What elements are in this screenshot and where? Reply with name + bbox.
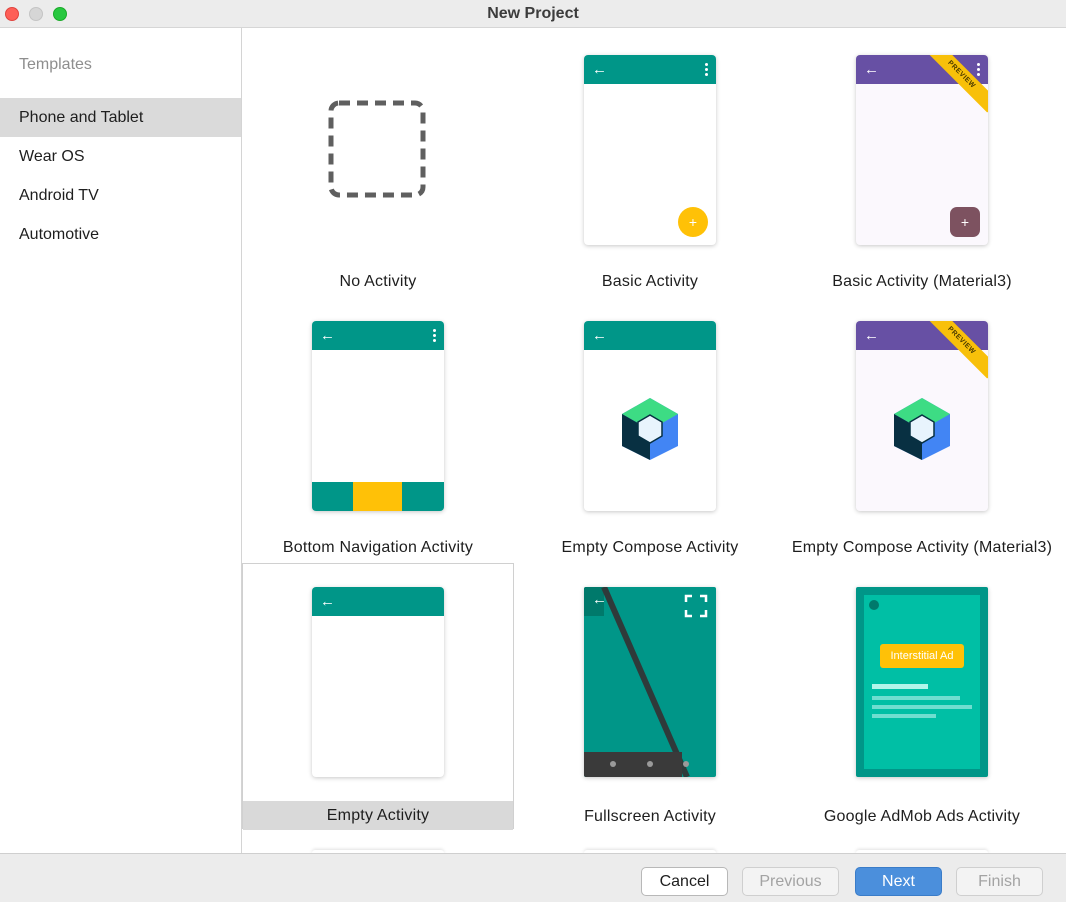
- template-basic-activity-material3[interactable]: ← PREVIEW + Basic Activity (Material3): [786, 28, 1058, 294]
- back-arrow-icon: ←: [592, 61, 607, 78]
- back-arrow-icon: ←: [864, 327, 879, 344]
- dashed-square-icon: [328, 100, 426, 198]
- phone-compose-icon: ←: [584, 321, 716, 511]
- fab-icon: +: [950, 207, 980, 237]
- template-empty-activity[interactable]: ← Empty Activity: [242, 563, 514, 830]
- template-no-activity[interactable]: No Activity: [242, 28, 514, 294]
- bottom-nav-bar: [312, 482, 444, 511]
- phone-appbar-fab-icon: ← +: [584, 55, 716, 245]
- title-bar: New Project: [0, 0, 1066, 28]
- template-label: Basic Activity: [601, 273, 699, 290]
- sidebar-item-android-tv[interactable]: Android TV: [0, 176, 241, 215]
- admob-icon: Interstitial Ad: [856, 587, 988, 777]
- template-label: Basic Activity (Material3): [832, 273, 1012, 290]
- back-arrow-icon: ←: [320, 327, 335, 344]
- preview-badge: PREVIEW: [928, 321, 988, 379]
- phone-material3-fab-icon: ← PREVIEW +: [856, 55, 988, 245]
- fab-icon: +: [678, 207, 708, 237]
- template-grid: No Activity ← + Basic Activity ← PREVIEW…: [242, 28, 1066, 853]
- dialog-footer: Cancel Previous Next Finish: [0, 853, 1066, 902]
- overflow-menu-icon: [705, 63, 708, 76]
- cancel-button[interactable]: Cancel: [641, 867, 728, 896]
- templates-sidebar: Templates Phone and Tablet Wear OS Andro…: [0, 28, 242, 853]
- template-label: Bottom Navigation Activity: [282, 539, 474, 556]
- template-label: No Activity: [339, 273, 417, 290]
- back-arrow-icon: ←: [592, 591, 607, 608]
- jetpack-compose-icon: [894, 398, 950, 460]
- sidebar-item-phone-and-tablet[interactable]: Phone and Tablet: [0, 98, 241, 137]
- jetpack-compose-icon: [622, 398, 678, 460]
- template-basic-activity[interactable]: ← + Basic Activity: [514, 28, 786, 294]
- back-arrow-icon: ←: [592, 327, 607, 344]
- template-label: Empty Activity: [243, 801, 513, 830]
- preview-badge: PREVIEW: [928, 55, 988, 113]
- phone-appbar-icon: ←: [312, 587, 444, 777]
- interstitial-ad-badge: Interstitial Ad: [880, 644, 964, 668]
- back-arrow-icon: ←: [320, 593, 335, 610]
- fullscreen-icon: ←: [584, 587, 716, 777]
- template-label: Empty Compose Activity: [561, 539, 739, 556]
- phone-bottom-nav-icon: ←: [312, 321, 444, 511]
- back-arrow-icon: ←: [864, 61, 879, 78]
- next-button[interactable]: Next: [855, 867, 942, 896]
- sidebar-header: Templates: [19, 56, 92, 73]
- window-title: New Project: [487, 5, 579, 22]
- template-label: Fullscreen Activity: [584, 808, 716, 825]
- overflow-menu-icon: [433, 329, 436, 342]
- phone-compose-material3-icon: ← PREVIEW: [856, 321, 988, 511]
- finish-button[interactable]: Finish: [956, 867, 1043, 896]
- template-label: Empty Compose Activity (Material3): [791, 539, 1053, 556]
- template-fullscreen-activity[interactable]: ← Fullscreen Activity: [514, 563, 786, 829]
- template-bottom-navigation-activity[interactable]: ← Bottom Navigation Activity: [242, 294, 514, 560]
- sidebar-item-automotive[interactable]: Automotive: [0, 215, 241, 254]
- template-empty-compose-activity[interactable]: ← Empty Compose Activity: [514, 294, 786, 560]
- template-empty-compose-activity-material3[interactable]: ← PREVIEW Empty Compose Activity (Materi…: [786, 294, 1058, 560]
- template-label: Google AdMob Ads Activity: [823, 808, 1021, 825]
- previous-button[interactable]: Previous: [742, 867, 839, 896]
- sidebar-item-wear-os[interactable]: Wear OS: [0, 137, 241, 176]
- template-google-admob-ads-activity[interactable]: Interstitial Ad Google AdMob Ads Activit…: [786, 563, 1058, 829]
